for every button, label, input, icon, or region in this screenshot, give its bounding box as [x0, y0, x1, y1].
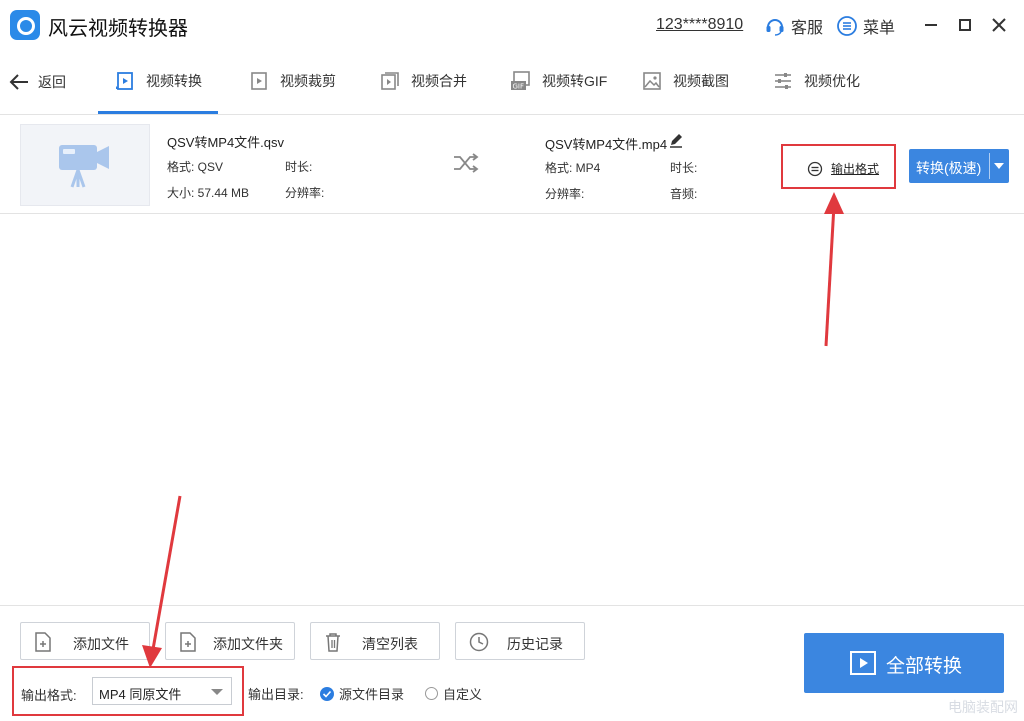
tab-video-crop[interactable]: 视频裁剪	[248, 50, 336, 112]
radio-custom-dir-label: 自定义	[443, 687, 483, 702]
sliders-icon	[775, 73, 791, 89]
app-title: 风云视频转换器	[48, 18, 188, 40]
source-format: 格式: QSV	[167, 160, 224, 174]
video-convert-icon	[116, 71, 133, 90]
close-icon[interactable]	[988, 14, 1010, 36]
source-resolution: 分辨率:	[285, 186, 325, 200]
annotation-arrow-top	[824, 204, 836, 347]
back-button[interactable]: 返回	[8, 72, 66, 92]
video-crop-icon	[251, 72, 267, 90]
arrow-left-icon	[9, 74, 28, 90]
convert-label: 转换(极速)	[916, 160, 982, 176]
target-audio: 音频:	[670, 187, 698, 201]
output-format-value: MP4 同原文件	[99, 687, 182, 702]
source-size: 大小: 57.44 MB	[167, 186, 250, 200]
output-format-highlight-box: 输出格式	[781, 144, 896, 189]
output-dir-label: 输出目录:	[248, 687, 304, 702]
play-icon	[850, 651, 876, 675]
add-file-label: 添加文件	[73, 636, 129, 652]
clock-icon	[469, 632, 489, 652]
history-button[interactable]: 历史记录	[455, 622, 585, 660]
headset-icon	[766, 19, 784, 36]
checked-radio-icon	[320, 686, 334, 701]
output-format-link[interactable]: 输出格式	[807, 160, 879, 177]
output-format-label: 输出格式	[831, 162, 880, 176]
maximize-icon[interactable]	[954, 14, 976, 36]
svg-text:GIF: GIF	[513, 83, 525, 91]
trash-icon	[326, 633, 340, 652]
tab-video-convert[interactable]: 视频转换	[98, 50, 218, 114]
tab-label: 视频优化	[804, 73, 860, 89]
history-label: 历史记录	[507, 636, 563, 652]
menu-label: 菜单	[863, 20, 896, 37]
target-duration: 时长:	[670, 161, 698, 175]
clear-list-label: 清空列表	[362, 636, 418, 652]
bottom-panel: 添加文件 添加文件夹 清空列表 历史记录 输出格式: MP4 同原文件 输出目录…	[0, 605, 1024, 721]
output-format-bottom-highlight-box: 输出格式: MP4 同原文件	[12, 666, 244, 716]
tab-label: 视频裁剪	[280, 73, 336, 89]
video-thumbnail	[20, 124, 150, 206]
menu-list-icon	[837, 16, 857, 36]
nav-bar: 返回 视频转换 视频裁剪 视频合并 GIF 视频转GIF 视频截图 视频优化	[0, 50, 1024, 115]
add-folder-label: 添加文件夹	[213, 636, 283, 652]
radio-source-dir[interactable]: 源文件目录	[320, 684, 404, 703]
caret-down-icon	[211, 689, 223, 695]
service-label: 客服	[791, 20, 824, 37]
tab-video-gif[interactable]: GIF 视频转GIF	[510, 50, 607, 112]
convert-all-label: 全部转换	[886, 656, 963, 677]
clear-list-button[interactable]: 清空列表	[310, 622, 440, 660]
radio-source-dir-label: 源文件目录	[339, 687, 405, 702]
tab-label: 视频转换	[146, 72, 202, 89]
add-folder-button[interactable]: 添加文件夹	[165, 622, 295, 660]
radio-custom-dir[interactable]: 自定义	[425, 684, 482, 703]
watermark-text: 电脑装配网	[948, 699, 1018, 715]
add-file-icon	[35, 632, 51, 652]
customer-service-button[interactable]: 客服	[764, 14, 823, 38]
unchecked-radio-icon	[425, 687, 438, 700]
title-bar: 风云视频转换器 123****8910 客服 菜单	[0, 0, 1024, 50]
output-format-label: 输出格式:	[21, 688, 77, 703]
convert-button-divider	[989, 153, 990, 179]
source-file-name: QSV转MP4文件.qsv	[167, 135, 285, 150]
back-label: 返回	[38, 74, 66, 90]
pencil-icon[interactable]	[668, 132, 684, 148]
file-list-row[interactable]: QSV转MP4文件.qsv 格式: QSV 大小: 57.44 MB 时长: 分…	[0, 114, 1024, 214]
account-link[interactable]: 123****8910	[656, 16, 743, 34]
tab-video-merge[interactable]: 视频合并	[379, 50, 467, 112]
tab-label: 视频转GIF	[542, 73, 608, 89]
menu-button[interactable]: 菜单	[836, 14, 895, 38]
tab-video-optimize[interactable]: 视频优化	[772, 50, 860, 112]
target-format: 格式: MP4	[545, 161, 601, 175]
source-duration: 时长:	[285, 160, 313, 174]
app-logo-icon	[10, 10, 40, 40]
minimize-icon[interactable]	[920, 14, 942, 36]
video-merge-icon	[381, 72, 399, 90]
tab-video-screenshot[interactable]: 视频截图	[641, 50, 729, 112]
video-camera-icon	[59, 145, 109, 188]
add-file-button[interactable]: 添加文件	[20, 622, 150, 660]
target-resolution: 分辨率:	[545, 187, 585, 201]
image-icon	[643, 72, 661, 90]
tab-label: 视频截图	[673, 73, 729, 89]
swap-icon	[807, 161, 823, 176]
convert-fast-button[interactable]: 转换(极速)	[909, 149, 1009, 183]
tab-label: 视频合并	[411, 73, 467, 89]
convert-all-button[interactable]: 全部转换	[804, 633, 1004, 693]
gif-icon: GIF	[511, 71, 530, 91]
add-folder-icon	[180, 632, 196, 652]
output-format-select[interactable]: MP4 同原文件	[92, 677, 232, 705]
target-file-name: QSV转MP4文件.mp4	[545, 137, 668, 152]
chevron-down-icon[interactable]	[994, 163, 1004, 169]
shuffle-icon	[454, 153, 479, 173]
